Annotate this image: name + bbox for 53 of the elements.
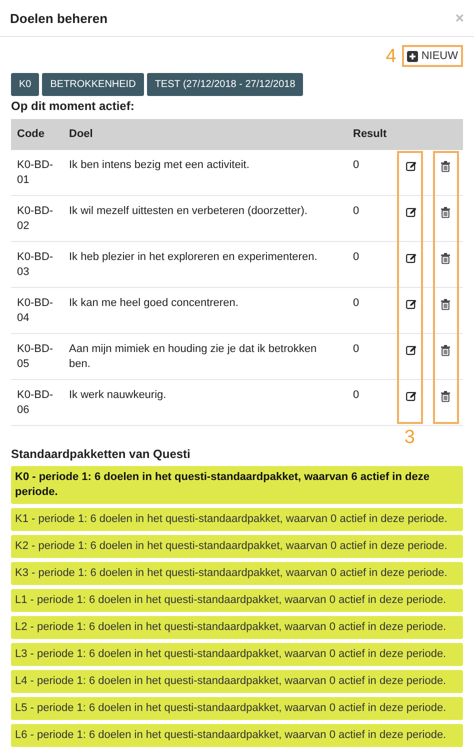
filter-button[interactable]: BETROKKENHEID [42,73,144,96]
annotation-number: 3 [404,428,415,447]
edit-icon[interactable] [406,345,416,355]
table-cell-text: Aan mijn mimiek en houding zie je dat ik betrokken ben. [68,342,318,372]
table-cell-text: Ik ben intens bezig met een activiteit. [68,158,250,173]
trash-icon[interactable] [440,161,450,172]
table-cell-text: K0-BD-02 [16,204,54,234]
table-cell-text: 0 [352,204,360,219]
package-item[interactable]: L5 - periode 1: 6 doelen in het questi-standaardpakket, waarvan 0 actief in deze periode. [11,697,463,720]
table-cell-text: K0-BD-04 [16,296,54,326]
table-cell-text: 0 [352,342,360,357]
column-header: Code [16,127,46,142]
section-title: Op dit moment actief: [11,99,136,113]
table-cell-text: K0-BD-03 [16,250,54,280]
table-cell-text: 0 [352,158,360,173]
package-item[interactable]: L2 - periode 1: 6 doelen in het questi-standaardpakket, waarvan 0 actief in deze periode. [11,616,463,639]
edit-icon[interactable] [406,391,416,401]
table-cell-text: Ik wil mezelf uittesten en verbeteren (doorzetter). [68,204,308,219]
trash-icon[interactable] [440,345,450,356]
section-title: Standaardpakketten van Questi [11,447,192,461]
table-cell-text: Ik heb plezier in het exploreren en experimenteren. [68,250,318,265]
package-item[interactable]: L3 - periode 1: 6 doelen in het questi-standaardpakket, waarvan 0 actief in deze periode. [11,643,463,666]
filter-button[interactable]: TEST (27/12/2018 - 27/12/2018 [146,73,304,96]
edit-icon[interactable] [406,253,416,263]
package-item[interactable]: K2 - periode 1: 6 doelen in het questi-standaardpakket, waarvan 0 actief in deze periode. [11,535,463,558]
package-item[interactable]: L4 - periode 1: 6 doelen in het questi-standaardpakket, waarvan 0 actief in deze periode. [11,670,463,693]
edit-icon[interactable] [406,299,416,309]
package-item[interactable]: L6 - periode 1: 6 doelen in het questi-standaardpakket, waarvan 0 actief in deze periode. [11,724,463,747]
new-button[interactable]: NIEUW [405,48,460,64]
table-cell-text: 0 [352,388,360,403]
trash-icon[interactable] [440,253,450,264]
column-header: Doel [68,127,94,142]
filter-button[interactable]: K0 [11,73,40,96]
table-cell-text: Ik kan me heel goed concentreren. [68,296,240,311]
table-cell-text: 0 [352,250,360,265]
package-item[interactable]: K0 - periode 1: 6 doelen in het questi-standaardpakket, waarvan 6 actief in deze periode. [11,466,463,504]
table-cell-text: K0-BD-01 [16,158,54,188]
column-header: Result [352,127,388,142]
trash-icon[interactable] [440,299,450,310]
package-item[interactable]: L1 - periode 1: 6 doelen in het questi-standaardpakket, waarvan 0 actief in deze periode. [11,589,463,612]
edit-icon[interactable] [406,207,416,217]
table-cell-text: 0 [352,296,360,311]
table-cell-text: Ik werk nauwkeurig. [68,388,168,403]
table-cell-text: K0-BD-06 [16,388,54,418]
trash-icon[interactable] [440,207,450,218]
dialog-title: Doelen beheren [10,11,108,26]
plus-icon [407,50,418,62]
package-item[interactable]: K3 - periode 1: 6 doelen in het questi-standaardpakket, waarvan 0 actief in deze periode. [11,562,463,585]
package-item[interactable]: K1 - periode 1: 6 doelen in het questi-standaardpakket, waarvan 0 actief in deze periode. [11,508,463,531]
annotation-number: 4 [386,46,396,66]
edit-icon[interactable] [406,161,416,171]
table-cell-text: K0-BD-05 [16,342,54,372]
trash-icon[interactable] [440,391,450,402]
